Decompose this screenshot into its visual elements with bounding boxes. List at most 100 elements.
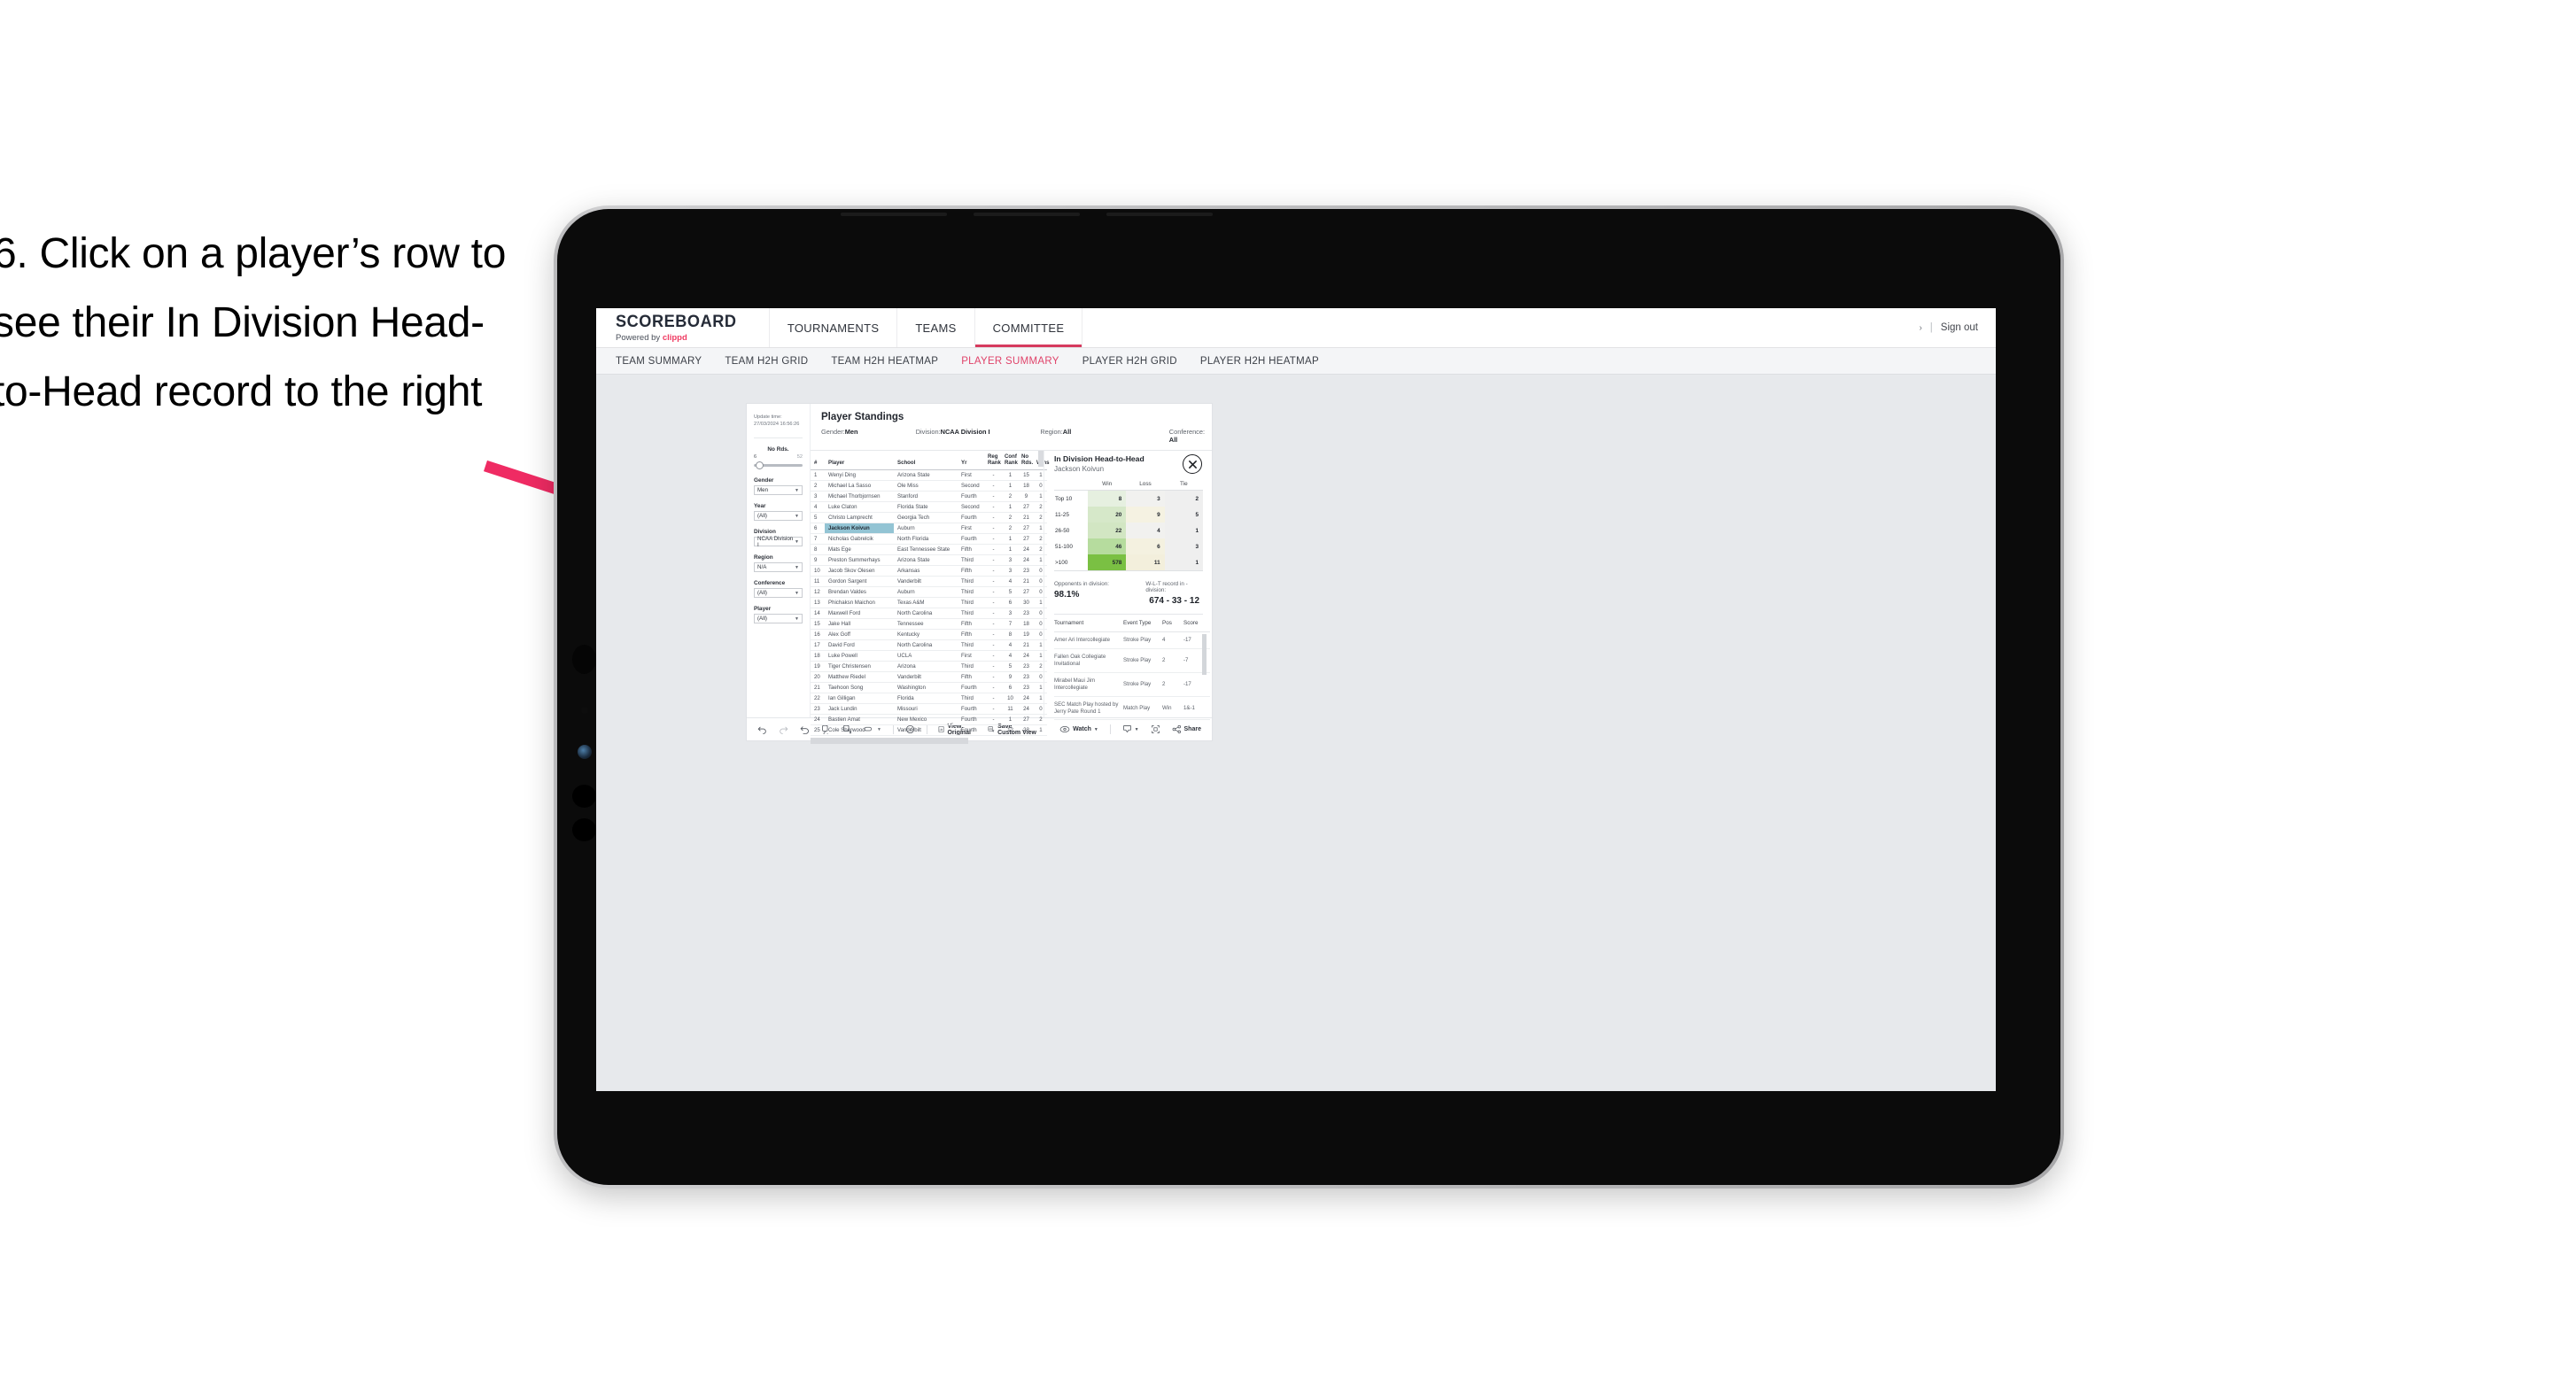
subnav-player-summary[interactable]: PLAYER SUMMARY <box>961 356 1059 367</box>
tournament-row[interactable]: Amer Ari Intercollegiate Stroke Play 4 -17 <box>1054 631 1210 649</box>
table-row[interactable]: 12 Brendan Valdes Auburn Third -5 27 0 <box>811 586 1047 598</box>
filter-player-select[interactable]: (All) ▼ <box>754 614 803 624</box>
col-rank[interactable]: # <box>811 451 825 470</box>
tournament-row[interactable]: SEC Match Play hosted by Jerry Pate Roun… <box>1054 696 1210 721</box>
table-row[interactable]: 19 Tiger Christensen Arizona Third -5 23 2 <box>811 661 1047 672</box>
year-cell: Fourth <box>958 724 984 736</box>
rank-cell: 10 <box>811 565 825 577</box>
table-row[interactable]: 5 Christo Lamprecht Georgia Tech Fourth -2 21… <box>811 512 1047 523</box>
year-cell: Fifth <box>958 629 984 640</box>
h2h-bucket-label: Top 10 <box>1054 490 1088 507</box>
chevron-right-icon[interactable]: › <box>1919 323 1921 333</box>
no-rds-cell: 24 <box>1018 693 1033 704</box>
nav-committee[interactable]: COMMITTEE <box>975 308 1083 347</box>
filter-region-label: Region <box>754 554 773 561</box>
col-reg-rank[interactable]: Reg Rank <box>984 451 1001 470</box>
subnav-team-h2h-grid[interactable]: TEAM H2H GRID <box>725 356 808 367</box>
table-row[interactable]: 13 Phichaksn Maichon Texas A&M Third -6 30 1 <box>811 597 1047 608</box>
col-no-rds[interactable]: No Rds. <box>1018 451 1033 470</box>
filter-conference-select[interactable]: (All) ▼ <box>754 588 803 599</box>
no-rounds-slider[interactable]: No Rds. 6 52 <box>754 446 803 470</box>
filter-division-value: NCAA Division I <box>757 535 794 548</box>
table-row[interactable]: 6 Jackson Koivun Auburn First -2 27 1 <box>811 523 1047 534</box>
school-cell: Arizona <box>894 661 958 672</box>
table-row[interactable]: 24 Bastien Amat New Mexico Fourth -1 27 2 <box>811 714 1047 725</box>
table-row[interactable]: 11 Gordon Sargent Vanderbilt Third -4 21 0 <box>811 576 1047 587</box>
table-row[interactable]: 2 Michael La Sasso Ole Miss Second -1 18 0 <box>811 480 1047 492</box>
table-row[interactable]: 3 Michael Thorbjornsen Stanford Fourth -2 9 1 <box>811 491 1047 502</box>
filter-division-select[interactable]: NCAA Division I ▼ <box>754 535 803 548</box>
chevron-down-icon[interactable]: ▼ <box>1094 727 1098 732</box>
player-name-cell: Luke Powell <box>825 650 894 662</box>
filter-region-select[interactable]: N/A ▼ <box>754 562 803 573</box>
tournament-row[interactable]: Mirabel Maui Jim Intercollegiate Stroke P… <box>1054 672 1210 697</box>
filter-divider <box>754 437 803 439</box>
nav-teams[interactable]: TEAMS <box>897 308 975 347</box>
table-row[interactable]: 18 Luke Powell UCLA First -4 24 1 <box>811 650 1047 662</box>
school-cell: Arkansas <box>894 565 958 577</box>
tournaments-scrollbar[interactable] <box>1202 634 1207 675</box>
subnav-team-h2h-heatmap[interactable]: TEAM H2H HEATMAP <box>831 356 938 367</box>
close-circle-icon[interactable] <box>1183 454 1202 474</box>
table-row[interactable]: 25 Cole Sherwood Vanderbilt Fourth -12 23 1 <box>811 724 1047 736</box>
scrollbar-thumb[interactable] <box>811 738 968 744</box>
table-row[interactable]: 7 Nicholas Gabrelcik North Florida Fourth -1… <box>811 533 1047 545</box>
slider-handle[interactable] <box>756 461 764 470</box>
h2h-row: 11-25 20 9 5 <box>1054 507 1203 523</box>
redo-icon[interactable] <box>779 724 788 734</box>
tournament-row[interactable]: Fallen Oak Collegiate Invitational Stroke… <box>1054 648 1210 673</box>
table-row[interactable]: 8 Mats Ege East Tennessee State Fifth -1 24 2 <box>811 544 1047 555</box>
filter-year-select[interactable]: (All) ▼ <box>754 511 803 522</box>
hardware-dot <box>572 785 596 808</box>
conf-rank-cell: 1 <box>1001 469 1018 481</box>
watch-label: Watch <box>1073 726 1091 732</box>
rank-cell: 20 <box>811 671 825 683</box>
col-conf-rank[interactable]: Conf Rank <box>1001 451 1018 470</box>
table-row[interactable]: 20 Matthew Riedel Vanderbilt Fifth -9 23 0 <box>811 671 1047 683</box>
reg-rank-cell: - <box>984 523 1001 534</box>
col-school[interactable]: School <box>894 451 958 470</box>
table-row[interactable]: 1 Wenyi Ding Arizona State First -1 15 1 <box>811 469 1047 481</box>
table-row[interactable]: 9 Preston Summerhays Arizona State Third -3 2… <box>811 554 1047 566</box>
subnav-player-h2h-grid[interactable]: PLAYER H2H GRID <box>1082 356 1177 367</box>
topbar-account-area: › | Sign out <box>1919 308 1996 347</box>
nav-tournaments[interactable]: TOURNAMENTS <box>770 308 898 347</box>
col-player[interactable]: Player <box>825 451 894 470</box>
table-row[interactable]: 10 Jacob Skov Olesen Arkansas Fifth -3 23 0 <box>811 565 1047 577</box>
revert-icon[interactable] <box>800 724 810 734</box>
year-cell: Fourth <box>958 714 984 725</box>
h2h-col-win: Win <box>1088 481 1127 491</box>
update-time-value: 27/03/2024 16:56:26 <box>754 422 800 428</box>
school-cell: Missouri <box>894 703 958 715</box>
table-row[interactable]: 21 Taehoon Song Washington Fourth -6 23 1 <box>811 682 1047 693</box>
no-rds-cell: 27 <box>1018 501 1033 513</box>
share-button[interactable]: Share <box>1172 724 1201 734</box>
reg-rank-cell: - <box>984 491 1001 502</box>
slider-track[interactable] <box>754 461 803 470</box>
sign-out-link[interactable]: Sign out <box>1941 322 1978 333</box>
table-row[interactable]: 17 David Ford North Carolina Third -4 21 1 <box>811 639 1047 651</box>
table-row[interactable]: 16 Alex Goff Kentucky Fifth -8 19 0 <box>811 629 1047 640</box>
watch-button[interactable]: Watch ▼ <box>1059 725 1098 733</box>
conf-rank-cell: 4 <box>1001 650 1018 662</box>
fullscreen-button[interactable] <box>1151 724 1160 734</box>
subnav-player-h2h-heatmap[interactable]: PLAYER H2H HEATMAP <box>1200 356 1319 367</box>
dashboard-body: Update time: 27/03/2024 16:56:26 No Rds.… <box>747 404 1212 744</box>
table-row[interactable]: 22 Ian Gilligan Florida Third -10 24 1 <box>811 693 1047 704</box>
table-row[interactable]: 23 Jack Lundin Missouri Fourth -11 24 0 <box>811 703 1047 715</box>
col-yr[interactable]: Yr <box>958 451 984 470</box>
filter-gender-select[interactable]: Men ▼ <box>754 485 803 496</box>
table-row[interactable]: 14 Maxwell Ford North Carolina Third -3 23 0 <box>811 608 1047 619</box>
h2h-player-name: Jackson Koivun <box>1054 465 1105 473</box>
chevron-down-icon[interactable]: ▼ <box>1135 727 1139 732</box>
h2h-win-cell: 46 <box>1088 538 1127 554</box>
conf-rank-cell: 4 <box>1001 576 1018 587</box>
subnav-team-summary[interactable]: TEAM SUMMARY <box>616 356 702 367</box>
undo-icon[interactable] <box>757 724 767 734</box>
chevron-down-icon: ▼ <box>795 538 799 545</box>
year-cell: Fifth <box>958 544 984 555</box>
standings-header-row: # Player School Yr Reg Rank Conf Rank No… <box>811 451 1050 470</box>
table-row[interactable]: 15 Jake Hall Tennessee Fifth -7 18 0 <box>811 618 1047 630</box>
download-button[interactable]: ▼ <box>1122 724 1139 734</box>
table-row[interactable]: 4 Luke Claton Florida State Second -1 27 2 <box>811 501 1047 513</box>
